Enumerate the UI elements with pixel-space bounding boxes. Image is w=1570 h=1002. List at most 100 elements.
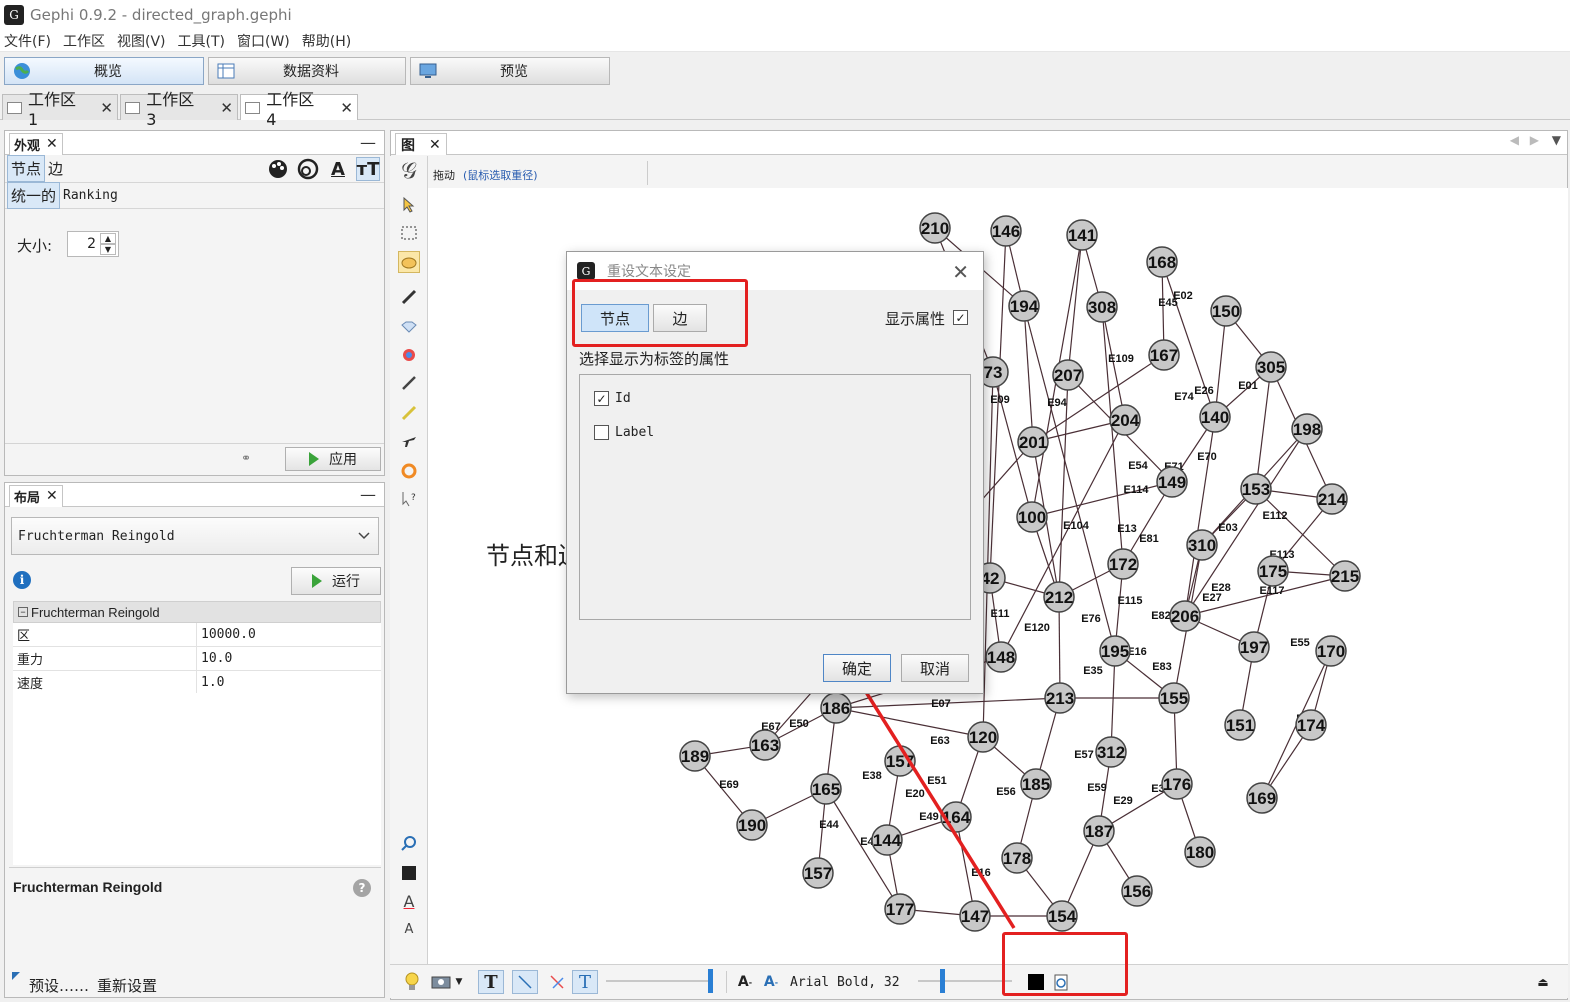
ok-button[interactable]: 确定 <box>823 654 891 682</box>
screenshot-icon[interactable] <box>430 970 452 994</box>
scroll-right-icon[interactable]: ▶ <box>1530 133 1539 147</box>
show-attributes-checkbox[interactable]: ✓ <box>953 310 968 325</box>
expand-toolbar-icon[interactable]: ⏏ <box>1534 970 1552 994</box>
diamond-icon[interactable] <box>398 316 420 338</box>
label-font-icon[interactable]: A <box>398 918 420 940</box>
airplane-icon[interactable] <box>398 430 420 452</box>
font-increase-icon[interactable]: A- <box>762 970 780 994</box>
workspace-tab-3[interactable]: 工作区 3 ✕ <box>120 90 238 129</box>
edge-label: E82 <box>1151 610 1171 622</box>
workspace-tab-4[interactable]: 工作区 4 ✕ <box>240 90 358 129</box>
attribute-checkbox-id[interactable]: ✓ <box>594 391 609 406</box>
close-icon[interactable]: ✕ <box>100 99 113 117</box>
rectangle-select-icon[interactable] <box>398 222 420 244</box>
label-size-slider-track[interactable] <box>918 980 1012 982</box>
node-label: 185 <box>1022 775 1050 794</box>
label-size-icon[interactable]: тT <box>356 157 380 181</box>
lightbulb-icon[interactable] <box>402 970 422 994</box>
palette-icon[interactable] <box>266 157 290 181</box>
spinner-down-icon[interactable]: ▼ <box>100 244 116 255</box>
label-color-icon[interactable]: A <box>398 890 420 912</box>
tab-ranking[interactable]: Ranking <box>60 186 121 205</box>
tab-edges[interactable]: 边 <box>45 156 66 181</box>
drag-hand-icon[interactable] <box>398 251 420 273</box>
graph-toolbar-top: 拖动 (鼠标选取重径) <box>429 157 1567 189</box>
size-icon[interactable] <box>296 157 320 181</box>
show-edge-labels-toggle[interactable]: T <box>572 970 598 994</box>
pointer-icon[interactable] <box>398 194 420 216</box>
edge-color-icon[interactable] <box>544 970 570 994</box>
table-row[interactable]: 区 10000.0 <box>13 623 381 647</box>
tabs-menu-icon[interactable]: ▼ <box>1552 133 1561 147</box>
brush-icon[interactable] <box>398 286 420 308</box>
label-font-value[interactable]: Arial Bold, 32 <box>790 970 910 994</box>
close-icon[interactable]: ✕ <box>340 99 353 117</box>
close-icon[interactable]: ✕ <box>46 488 58 504</box>
minimize-icon[interactable]: — <box>360 485 376 504</box>
overview-mode-button[interactable]: 概览 <box>4 57 204 85</box>
label-size-slider-thumb[interactable] <box>940 969 945 993</box>
cancel-button[interactable]: 取消 <box>901 654 969 682</box>
info-icon[interactable]: i <box>13 571 31 589</box>
node-label: 178 <box>1003 849 1031 868</box>
property-value[interactable]: 1.0 <box>197 671 381 694</box>
show-node-labels-toggle[interactable]: T <box>478 970 504 994</box>
properties-header[interactable]: − Fruchterman Reingold <box>13 601 381 623</box>
edge-scale-slider-thumb[interactable] <box>708 969 713 993</box>
data-laboratory-button[interactable]: 数据资料 <box>208 57 406 85</box>
node-label: 201 <box>1019 433 1047 452</box>
spinner-up-icon[interactable]: ▲ <box>100 233 116 244</box>
layout-algorithm-select[interactable]: Fruchterman Reingold <box>11 517 379 555</box>
attribute-checkbox-label[interactable] <box>594 425 609 440</box>
graph-edge[interactable] <box>1214 310 1227 418</box>
workspace-tab-1[interactable]: 工作区 1 ✕ <box>2 90 118 129</box>
menu-window[interactable]: 窗口(W) <box>237 31 290 51</box>
link-icon[interactable]: ⚭ <box>241 451 251 465</box>
property-value[interactable]: 10000.0 <box>197 623 381 646</box>
reset-button[interactable]: 重新设置 <box>97 975 157 996</box>
close-icon[interactable]: ✕ <box>952 260 969 284</box>
show-edges-toggle[interactable] <box>512 970 538 994</box>
menu-tools[interactable]: 工具(T) <box>178 31 225 51</box>
font-decrease-icon[interactable]: A- <box>736 970 754 994</box>
run-button[interactable]: 运行 <box>291 567 381 595</box>
zoom-icon[interactable] <box>398 832 420 854</box>
attribute-item-id[interactable]: ✓ Id <box>594 391 631 406</box>
close-icon[interactable]: ✕ <box>46 136 58 152</box>
appearance-tab[interactable]: 外观 ✕ <box>9 132 63 155</box>
close-icon[interactable]: ✕ <box>220 99 233 117</box>
color-picker-icon[interactable] <box>398 344 420 366</box>
help-pointer-icon[interactable]: ? <box>398 488 420 510</box>
background-color-icon[interactable] <box>398 862 420 884</box>
graph-edge[interactable] <box>835 707 984 738</box>
layout-tab[interactable]: 布局 ✕ <box>9 484 63 507</box>
size-spinner[interactable]: 2 ▲ ▼ <box>67 231 119 257</box>
menu-workspace[interactable]: 工作区 <box>63 31 105 51</box>
menu-help[interactable]: 帮助(H) <box>302 31 351 51</box>
screenshot-menu-icon[interactable]: ▼ <box>454 970 464 994</box>
attribute-item-label[interactable]: Label <box>594 425 654 440</box>
close-icon[interactable]: ✕ <box>429 137 441 153</box>
heat-map-icon[interactable] <box>398 460 420 482</box>
label-color-icon[interactable]: A <box>326 157 350 181</box>
tab-unique[interactable]: 统一的 <box>7 182 61 209</box>
apply-button[interactable]: 应用 <box>285 447 381 471</box>
table-row[interactable]: 重力 10.0 <box>13 647 381 671</box>
table-row[interactable]: 速度 1.0 <box>13 671 381 695</box>
presets-button[interactable]: 预设…… <box>29 975 89 996</box>
tab-nodes[interactable]: 节点 <box>7 155 46 182</box>
collapse-icon[interactable]: − <box>18 607 28 617</box>
edge-pencil-icon[interactable] <box>398 402 420 424</box>
edge-scale-slider-track[interactable] <box>606 980 712 982</box>
minimize-icon[interactable]: — <box>360 133 376 152</box>
menu-view[interactable]: 视图(V) <box>117 31 166 51</box>
help-icon[interactable]: ? <box>353 879 371 897</box>
graph-edge[interactable] <box>1031 481 1173 518</box>
property-value[interactable]: 10.0 <box>197 647 381 670</box>
graph-edge[interactable] <box>1023 305 1034 443</box>
pencil-icon[interactable] <box>398 372 420 394</box>
scroll-left-icon[interactable]: ◀ <box>1510 133 1519 147</box>
graph-tab[interactable]: 图 ✕ <box>395 133 447 155</box>
menu-file[interactable]: 文件(F) <box>4 31 51 51</box>
preview-mode-button[interactable]: 预览 <box>410 57 610 85</box>
